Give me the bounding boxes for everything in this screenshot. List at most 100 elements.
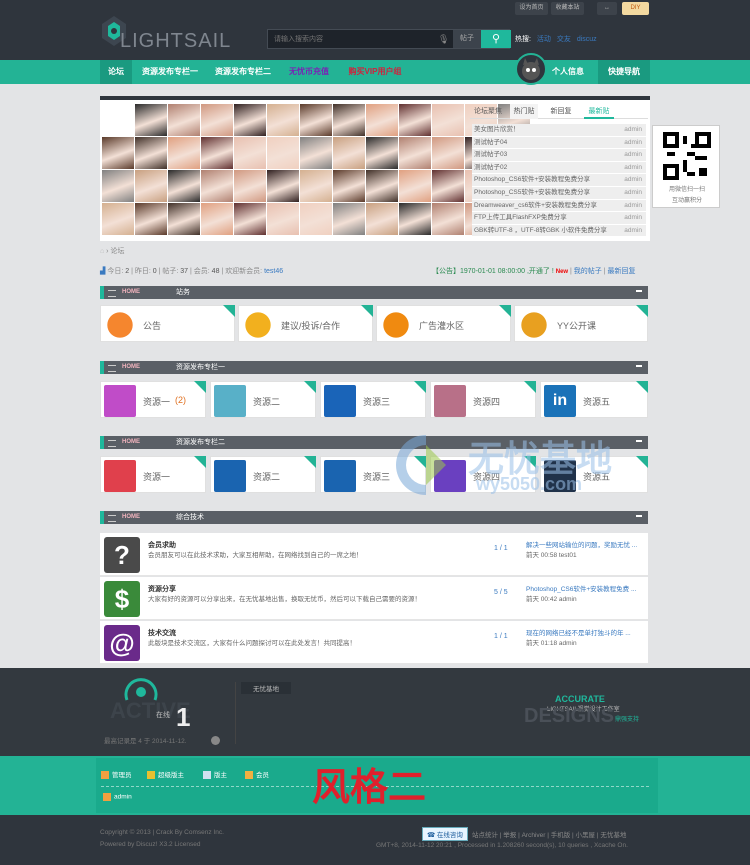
post-title[interactable]: Photoshop_CS6软件+安装教程免费分享 — [474, 176, 590, 183]
post-author[interactable]: admin — [624, 174, 642, 186]
resource-card[interactable]: 资源二 — [210, 456, 316, 493]
new-member-link[interactable]: test46 — [264, 268, 283, 275]
gallery-thumbnail[interactable] — [234, 203, 266, 235]
nav-personal-info[interactable]: 个人信息 — [550, 60, 586, 84]
hot-link[interactable]: 活动 — [537, 36, 551, 43]
gallery-thumbnail[interactable] — [399, 170, 431, 202]
gallery-thumbnail[interactable] — [102, 170, 134, 202]
role-member[interactable]: 会员 — [245, 769, 269, 780]
forum-title[interactable]: 技术交流 — [148, 628, 176, 638]
tab-latest[interactable]: 最新贴 — [584, 104, 614, 119]
post-title[interactable]: GBK转UTF-8 ，UTF-8转GBK 小软件免费分享 — [474, 227, 607, 234]
gallery-thumbnail[interactable] — [168, 203, 200, 235]
tech-forum-row[interactable]: @ 技术交流 此版块是技术交流区，大家有什么问题探讨可以在此处发言！共同提高！ 1 /… — [100, 621, 648, 664]
nav-item-recharge[interactable]: 无忧币充值 — [284, 60, 334, 84]
gallery-thumbnail[interactable] — [333, 203, 365, 235]
post-title[interactable]: 测试帖子02 — [474, 164, 507, 171]
post-author[interactable]: admin — [624, 187, 642, 199]
hot-link[interactable]: discuz — [577, 36, 597, 43]
post-author[interactable]: admin — [624, 149, 642, 161]
toggle-dot[interactable] — [211, 736, 220, 745]
hot-link[interactable]: 交友 — [557, 36, 571, 43]
nav-quick-nav[interactable]: 快捷导航 — [598, 60, 650, 84]
gallery-thumbnail[interactable] — [267, 137, 299, 169]
home-icon[interactable]: ⌂ — [100, 248, 104, 255]
gallery-thumbnail[interactable] — [399, 137, 431, 169]
gallery-thumbnail[interactable] — [300, 170, 332, 202]
role-mod[interactable]: 版主 — [203, 769, 227, 780]
post-item[interactable]: 测试帖子02 admin — [472, 161, 646, 175]
gallery-thumbnail[interactable] — [333, 137, 365, 169]
post-author[interactable]: admin — [624, 225, 642, 237]
gallery-thumbnail[interactable] — [201, 170, 233, 202]
gallery-thumbnail[interactable] — [135, 137, 167, 169]
gallery-thumbnail[interactable] — [432, 170, 464, 202]
resource-card[interactable]: 资源一 (2) — [100, 381, 206, 418]
microphone-icon[interactable]: 🎙 — [438, 34, 449, 45]
gallery-thumbnail[interactable] — [300, 203, 332, 235]
gallery-thumbnail[interactable] — [333, 170, 365, 202]
diy-button[interactable]: DIY — [622, 2, 649, 15]
gallery-thumbnail[interactable] — [234, 170, 266, 202]
forum-card-ads[interactable]: 广告灌水区 — [376, 305, 511, 342]
set-homepage-button[interactable]: 设为首页 — [515, 2, 548, 15]
gallery-thumbnail[interactable] — [300, 104, 332, 136]
gallery-thumbnail[interactable] — [366, 203, 398, 235]
section-header-station[interactable]: HOME 站务 — [100, 286, 648, 299]
post-author[interactable]: admin — [624, 137, 642, 149]
post-author[interactable]: admin — [624, 124, 642, 136]
last-post-link[interactable]: 解决一些网站输位的问题，奖励无忧 ... — [526, 541, 644, 551]
tech-forum-row[interactable]: ? 会员求助 会员朋友可以在此技术求助，大家互相帮助，在网络找到自己的一席之地！ 1 … — [100, 533, 648, 576]
collapse-icon[interactable] — [636, 515, 642, 517]
post-title[interactable]: 测试帖子04 — [474, 139, 507, 146]
gallery-thumbnail[interactable] — [432, 137, 464, 169]
post-item[interactable]: Photoshop_CS5软件+安装教程免费分享 admin — [472, 186, 646, 200]
last-post-link[interactable]: Photoshop_CS6软件+安装教程免费 ... — [526, 585, 644, 595]
resource-card[interactable]: 资源三 — [320, 381, 426, 418]
post-author[interactable]: admin — [624, 200, 642, 212]
nav-item-resource-1[interactable]: 资源发布专栏一 — [138, 60, 202, 84]
tab-hot[interactable]: 热门贴 — [510, 104, 538, 119]
gallery-thumbnail[interactable] — [432, 203, 464, 235]
nav-item-resource-2[interactable]: 资源发布专栏二 — [210, 60, 276, 84]
collapse-icon[interactable] — [636, 440, 642, 442]
gallery-thumbnail[interactable] — [399, 203, 431, 235]
search-input[interactable] — [268, 30, 448, 48]
gallery-thumbnail[interactable] — [102, 203, 134, 235]
gallery-thumbnail[interactable] — [333, 104, 365, 136]
gallery-thumbnail[interactable] — [201, 104, 233, 136]
announcement-text[interactable]: 【公告】1970-01-01 08:00:00 ,开通了 ! — [432, 268, 554, 275]
post-title[interactable]: 测试帖子03 — [474, 151, 507, 158]
resource-card[interactable]: 资源二 — [210, 381, 316, 418]
gallery-thumbnail[interactable] — [135, 104, 167, 136]
latest-reply-link[interactable]: 最新回复 — [608, 268, 636, 275]
role-admin[interactable]: 管理员 — [101, 769, 132, 780]
gallery-thumbnail[interactable] — [267, 170, 299, 202]
post-item[interactable]: GBK转UTF-8 ，UTF-8转GBK 小软件免费分享 admin — [472, 224, 646, 238]
post-title[interactable]: Photoshop_CS5软件+安装教程免费分享 — [474, 189, 590, 196]
tab-new-reply[interactable]: 新回复 — [546, 104, 576, 119]
gallery-thumbnail[interactable] — [432, 104, 464, 136]
cat-logo-thumbnail[interactable] — [102, 104, 134, 136]
forum-title[interactable]: 资源分享 — [148, 584, 176, 594]
gallery-thumbnail[interactable] — [102, 137, 134, 169]
search-category-select[interactable]: 帖子 — [453, 30, 481, 48]
gallery-thumbnail[interactable] — [366, 104, 398, 136]
tab-focus[interactable]: 论坛聚焦 — [470, 104, 506, 119]
nav-item-buy-vip[interactable]: 购买VIP用户组 — [342, 60, 408, 84]
post-item[interactable]: FTP上传工具FlashFXP免费分享 admin — [472, 212, 646, 225]
gallery-thumbnail[interactable] — [168, 104, 200, 136]
my-posts-link[interactable]: 我的帖子 — [574, 268, 602, 275]
gallery-thumbnail[interactable] — [234, 104, 266, 136]
gallery-thumbnail[interactable] — [399, 104, 431, 136]
gallery-thumbnail[interactable] — [366, 137, 398, 169]
collapse-icon[interactable] — [636, 365, 642, 367]
gallery-thumbnail[interactable] — [267, 104, 299, 136]
gallery-thumbnail[interactable] — [135, 203, 167, 235]
bookmark-button[interactable]: 收藏本站 — [551, 2, 584, 15]
search-button[interactable]: ⚲ — [481, 30, 511, 48]
post-author[interactable]: admin — [624, 162, 642, 174]
resource-card[interactable]: in 资源五 — [540, 381, 648, 418]
gallery-thumbnail[interactable] — [201, 203, 233, 235]
post-title[interactable]: 美女图片欣赏！ — [474, 126, 520, 133]
